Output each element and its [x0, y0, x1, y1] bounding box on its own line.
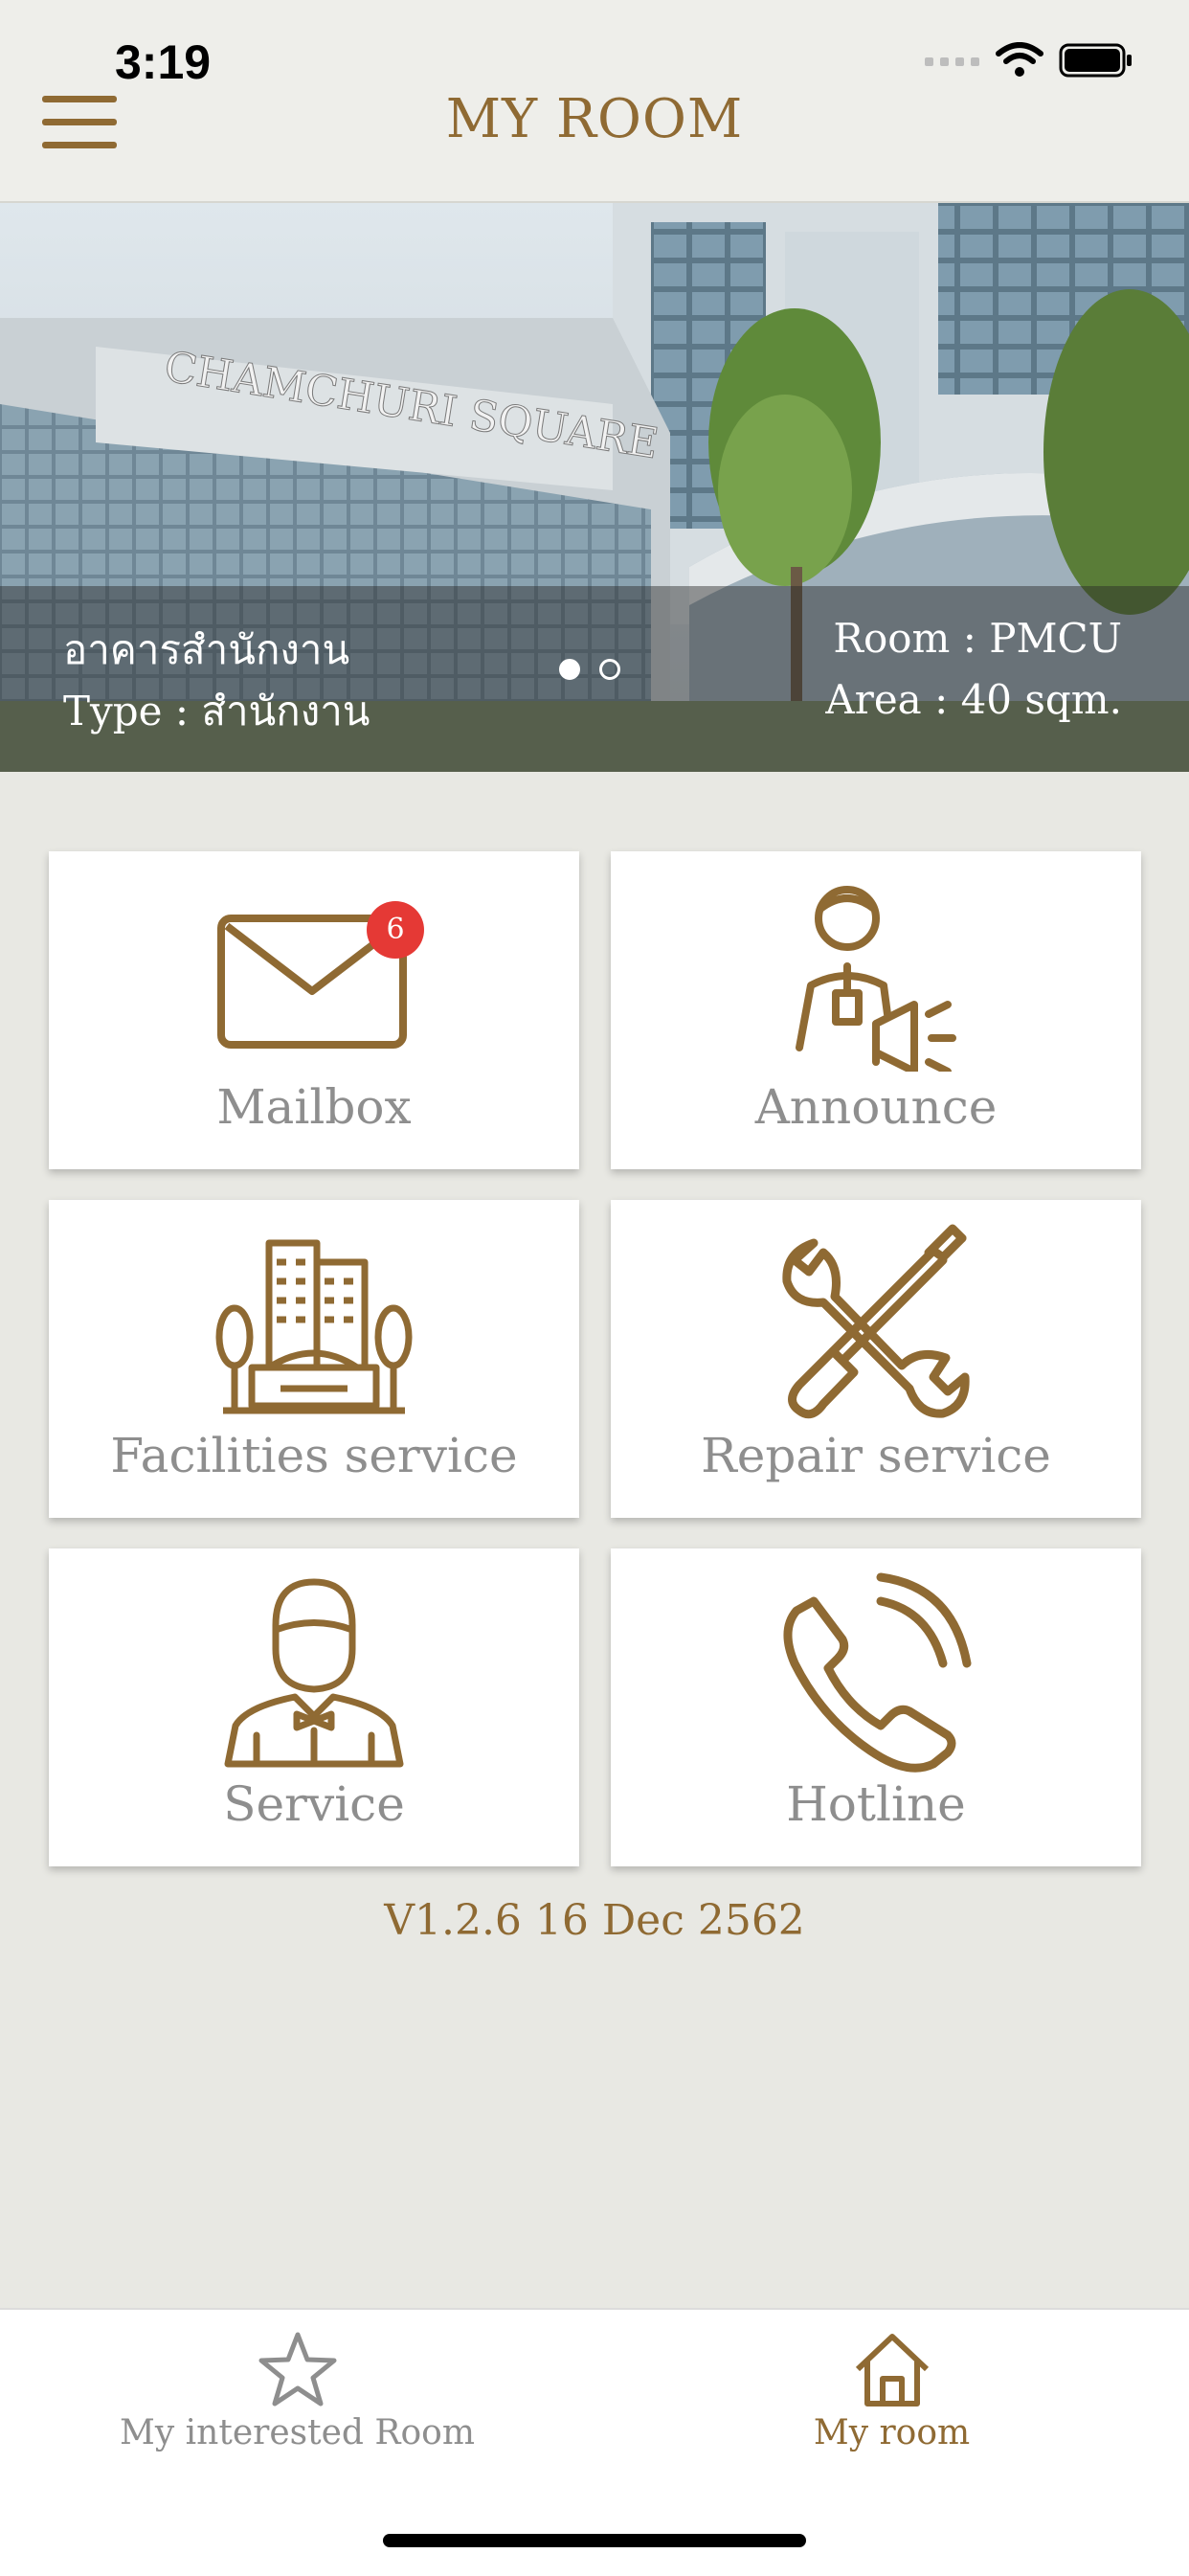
service-label: Service — [223, 1776, 405, 1832]
tab-my-interested-room[interactable]: My interested Room — [0, 2310, 594, 2501]
tab-label-my-room: My room — [813, 2413, 971, 2452]
announce-label: Announce — [754, 1079, 998, 1135]
hotline-label: Hotline — [786, 1776, 966, 1832]
page-title: MY ROOM — [445, 88, 744, 150]
mailbox-badge: 6 — [367, 901, 424, 959]
butler-icon — [49, 1568, 579, 1778]
service-tile[interactable]: Service — [49, 1548, 579, 1866]
tab-label-interested: My interested Room — [120, 2413, 475, 2452]
facilities-service-tile[interactable]: Facilities service — [49, 1200, 579, 1518]
room-code: Room : PMCU — [833, 615, 1122, 662]
carousel-dot[interactable] — [559, 659, 580, 680]
announcer-megaphone-icon — [611, 870, 1141, 1081]
app-version: V1.2.6 16 Dec 2562 — [384, 1896, 805, 1945]
banner-room-info: Room : PMCU Area : 40 sqm. — [825, 608, 1122, 731]
banner-building-info: อาคารสำนักงาน Type : สำนักงาน — [63, 620, 370, 742]
envelope-icon — [49, 870, 579, 1081]
phone-icon — [611, 1568, 1141, 1778]
status-icons — [925, 42, 1133, 79]
wifi-icon — [996, 42, 1043, 77]
home-icon — [594, 2331, 1189, 2407]
announce-tile[interactable]: Announce — [611, 851, 1141, 1169]
hotline-tile[interactable]: Hotline — [611, 1548, 1141, 1866]
mailbox-label: Mailbox — [216, 1079, 412, 1135]
home-indicator — [383, 2534, 806, 2547]
tab-my-room[interactable]: My room — [594, 2310, 1189, 2501]
repair-service-label: Repair service — [701, 1428, 1051, 1483]
mailbox-tile[interactable]: 6 Mailbox — [49, 851, 579, 1169]
facilities-service-label: Facilities service — [110, 1428, 518, 1483]
building-name: อาคารสำนักงาน — [63, 626, 350, 673]
status-time: 3:19 — [115, 35, 212, 89]
buildings-icon — [49, 1219, 579, 1430]
building-type: Type : สำนักงาน — [63, 688, 370, 734]
battery-icon — [1059, 43, 1132, 78]
repair-service-tile[interactable]: Repair service — [611, 1200, 1141, 1518]
signal-icon — [925, 57, 979, 66]
star-icon — [0, 2331, 594, 2407]
carousel-pagination[interactable] — [559, 659, 620, 680]
wrench-screwdriver-icon — [611, 1219, 1141, 1430]
room-area: Area : 40 sqm. — [825, 676, 1122, 723]
carousel-dot[interactable] — [599, 659, 620, 680]
